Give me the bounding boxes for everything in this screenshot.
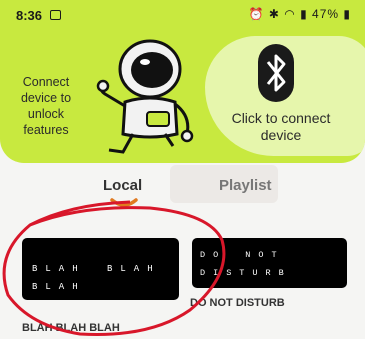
card-art-text: BLAH BLAH BLAH bbox=[32, 264, 161, 292]
card-title: BLAH BLAH BLAH bbox=[22, 322, 120, 334]
hero-banner: 8:36 ⏰ ✱ ◠ ▮ 47% ▮ Connect device to unl… bbox=[0, 0, 365, 163]
bluetooth-icon[interactable] bbox=[258, 44, 294, 102]
wifi-icon: ◠ bbox=[284, 7, 296, 21]
status-time: 8:36 bbox=[16, 8, 43, 23]
battery-icon: ▮ bbox=[343, 7, 351, 21]
battery-percent: 47% bbox=[312, 7, 340, 21]
connect-hint-text: Connect device to unlock features bbox=[20, 75, 72, 137]
tab-local[interactable]: Local bbox=[103, 177, 142, 194]
gallery-icon bbox=[50, 10, 61, 20]
bluetooth-status-icon: ✱ bbox=[268, 7, 280, 21]
scene-card-dnd[interactable]: DO NOT DISTURB bbox=[192, 238, 347, 288]
scene-card-blah[interactable]: BLAH BLAH BLAH bbox=[22, 238, 179, 300]
astronaut-illustration bbox=[96, 39, 194, 154]
card-title: DO NOT DISTURB bbox=[190, 297, 285, 309]
tab-indicator bbox=[110, 198, 138, 207]
tab-bar: Local Playlist bbox=[0, 165, 365, 205]
signal-icon: ▮ bbox=[300, 7, 308, 21]
tab-playlist[interactable]: Playlist bbox=[219, 177, 272, 194]
card-art-text: DO NOT DISTURB bbox=[200, 250, 292, 278]
status-icons: ⏰ ✱ ◠ ▮ 47% ▮ bbox=[249, 7, 351, 21]
status-bar: 8:36 ⏰ ✱ ◠ ▮ 47% ▮ bbox=[0, 0, 365, 26]
alarm-icon: ⏰ bbox=[248, 7, 265, 21]
connect-device-button[interactable]: Click to connect device bbox=[212, 110, 350, 144]
